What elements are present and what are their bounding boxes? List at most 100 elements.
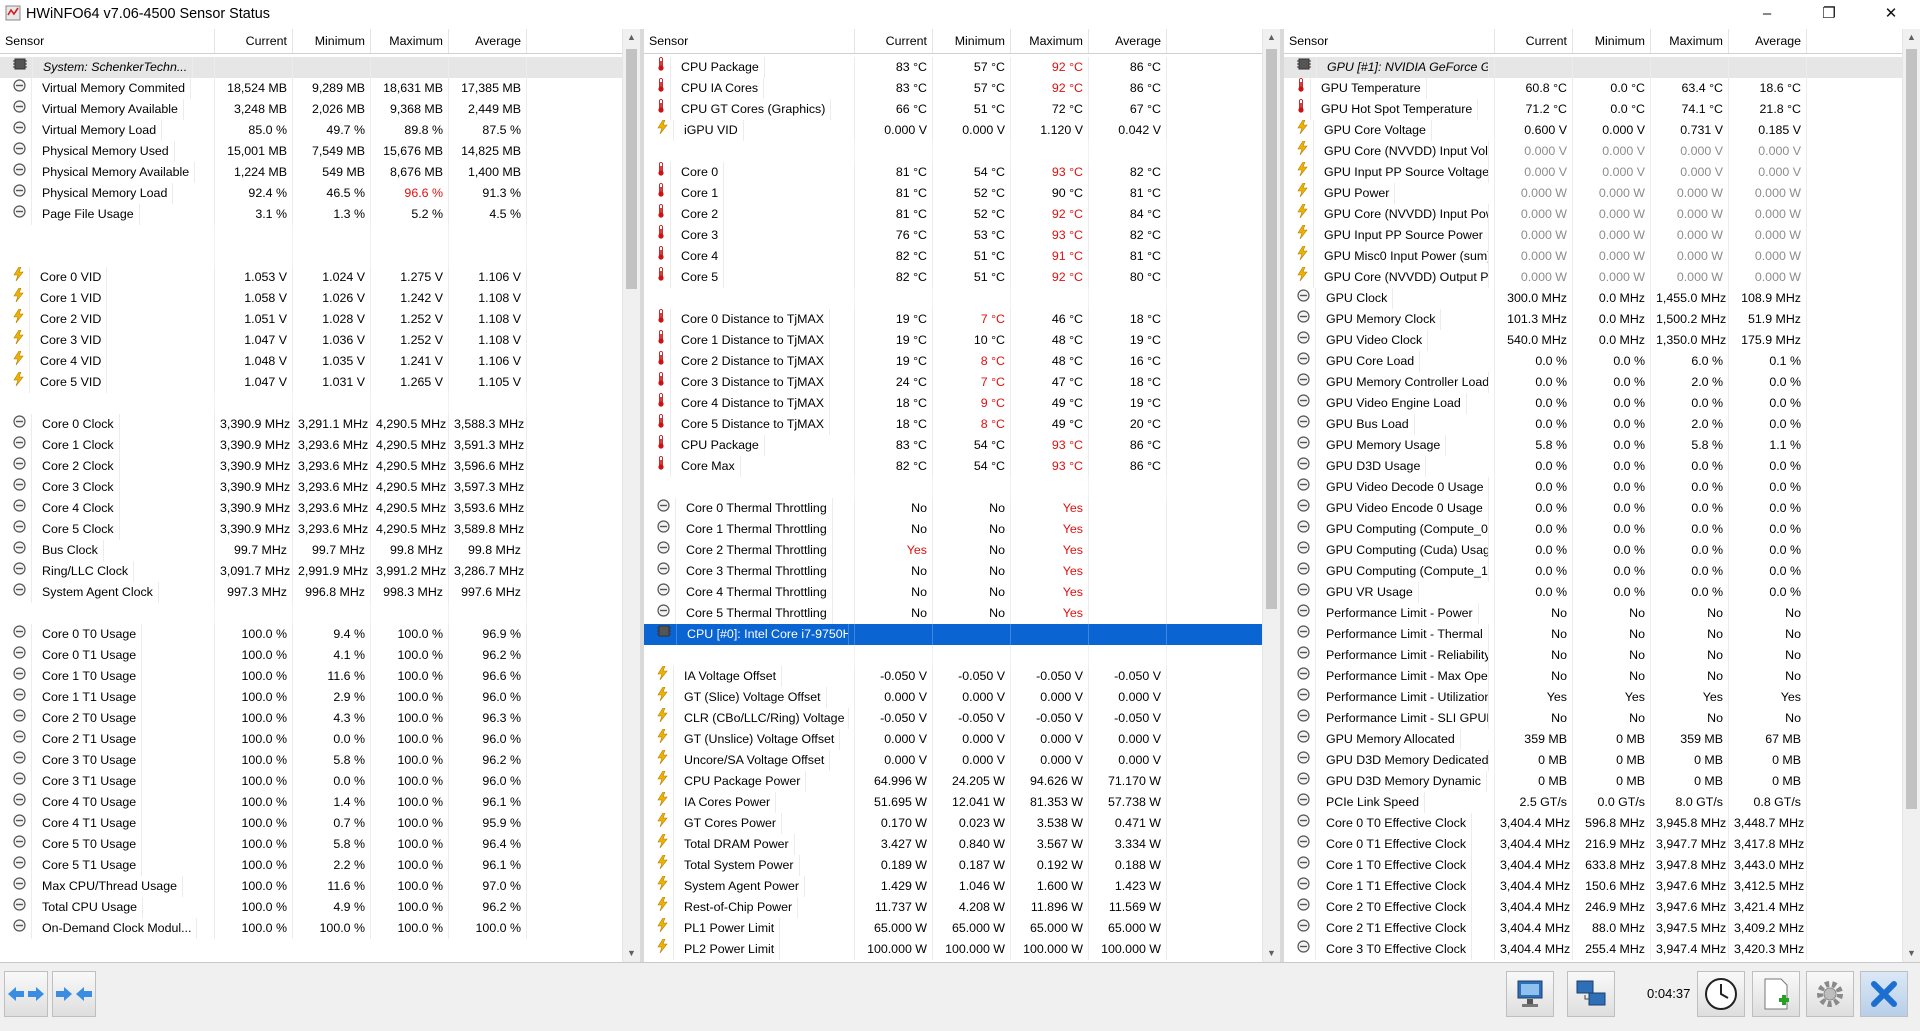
- sensor-group-row[interactable]: System: SchenkerTechn...: [0, 57, 622, 78]
- sensor-row[interactable]: Physical Memory Used 15,001 MB 7,549 MB 15,…: [0, 141, 622, 162]
- sensor-row[interactable]: Rest-of-Chip Power 11.737 W 4.208 W 11.896 …: [644, 897, 1262, 918]
- sensor-row[interactable]: Core 2 Clock 3,390.9 MHz 3,293.6 MHz 4,290.…: [0, 456, 622, 477]
- sensor-row[interactable]: GPU Temperature 60.8 °C 0.0 °C 63.4 °C 18.6 …: [1284, 78, 1902, 99]
- sensor-row[interactable]: Core 3 T0 Usage 100.0 % 5.8 % 100.0 % 96.2 %: [0, 750, 622, 771]
- sensor-row[interactable]: Core 3 VID 1.047 V 1.036 V 1.252 V 1.108 V: [0, 330, 622, 351]
- scroll-down-icon[interactable]: ▼: [623, 945, 640, 962]
- sensor-row[interactable]: GT (Unslice) Voltage Offset 0.000 V 0.000 …: [644, 729, 1262, 750]
- sensor-row[interactable]: Core 2 T0 Effective Clock 3,404.4 MHz 246.…: [1284, 897, 1902, 918]
- sensor-row[interactable]: CPU Package 83 °C 54 °C 93 °C 86 °C: [644, 435, 1262, 456]
- sensor-row[interactable]: Core 2 T1 Usage 100.0 % 0.0 % 100.0 % 96.0 %: [0, 729, 622, 750]
- sensor-row[interactable]: GPU Video Encode 0 Usage 0.0 % 0.0 % 0.0 % 0…: [1284, 498, 1902, 519]
- sensor-row[interactable]: Physical Memory Available 1,224 MB 549 MB 8…: [0, 162, 622, 183]
- sensor-row[interactable]: CPU Package Power 64.996 W 24.205 W 94.626 …: [644, 771, 1262, 792]
- sensor-row[interactable]: Core 5 VID 1.047 V 1.031 V 1.265 V 1.105 V: [0, 372, 622, 393]
- sensor-row[interactable]: GPU Memory Usage 5.8 % 0.0 % 5.8 % 1.1 %: [1284, 435, 1902, 456]
- sensor-row[interactable]: Core 0 T1 Usage 100.0 % 4.1 % 100.0 % 96.2 %: [0, 645, 622, 666]
- column-header-maximum[interactable]: Maximum: [1651, 29, 1729, 53]
- sensor-row[interactable]: On-Demand Clock Modul... 100.0 % 100.0 % 10…: [0, 918, 622, 939]
- column-header-maximum[interactable]: Maximum: [1011, 29, 1089, 53]
- sensor-row[interactable]: Core 3 76 °C 53 °C 93 °C 82 °C: [644, 225, 1262, 246]
- sensor-panel-middle[interactable]: Sensor Current Minimum Maximum Average CPU Pa…: [644, 29, 1280, 962]
- minimize-button[interactable]: –: [1744, 0, 1790, 29]
- sensor-row[interactable]: Physical Memory Load 92.4 % 46.5 % 96.6 % 91…: [0, 183, 622, 204]
- column-header-minimum[interactable]: Minimum: [1573, 29, 1651, 53]
- network-button[interactable]: [1506, 971, 1554, 1017]
- sensor-row[interactable]: Performance Limit - Max Operati...NoNoNo…: [1284, 666, 1902, 687]
- scroll-thumb[interactable]: [626, 49, 637, 289]
- scroll-thumb[interactable]: [1266, 49, 1277, 609]
- vertical-scrollbar[interactable]: ▲ ▼: [1902, 29, 1920, 962]
- sensor-row[interactable]: GPU Input PP Source Voltage 0.000 V 0.000 …: [1284, 162, 1902, 183]
- sensor-row[interactable]: Core 3 Thermal Throttling No No Yes: [644, 561, 1262, 582]
- column-header-minimum[interactable]: Minimum: [933, 29, 1011, 53]
- navigate-next-button[interactable]: [52, 971, 96, 1017]
- sensor-row[interactable]: Core 1 81 °C 52 °C 90 °C 81 °C: [644, 183, 1262, 204]
- sensor-row[interactable]: Core 4 T1 Usage 100.0 % 0.7 % 100.0 % 95.9 %: [0, 813, 622, 834]
- sensor-row[interactable]: GT (Slice) Voltage Offset 0.000 V 0.000 V0…: [644, 687, 1262, 708]
- sensor-group-row[interactable]: CPU [#0]: Intel Core i7-9750H: E...: [644, 624, 1262, 645]
- sensor-panel-left[interactable]: Sensor Current Minimum Maximum Average System…: [0, 29, 640, 962]
- column-header-current[interactable]: Current: [855, 29, 933, 53]
- column-header-current[interactable]: Current: [215, 29, 293, 53]
- sensor-row[interactable]: Ring/LLC Clock 3,091.7 MHz 2,991.9 MHz 3,99…: [0, 561, 622, 582]
- sensor-row[interactable]: Total DRAM Power 3.427 W 0.840 W 3.567 W 3.3…: [644, 834, 1262, 855]
- close-button[interactable]: ✕: [1868, 0, 1914, 29]
- sensor-row[interactable]: GPU Core Load 0.0 % 0.0 % 6.0 % 0.1 %: [1284, 351, 1902, 372]
- sensor-row[interactable]: Core 3 T1 Usage 100.0 % 0.0 % 100.0 % 96.0 %: [0, 771, 622, 792]
- sensor-row[interactable]: Core 4 82 °C 51 °C 91 °C 81 °C: [644, 246, 1262, 267]
- sensor-row[interactable]: Core 5 Distance to TjMAX 18 °C 8 °C 49 °C 20…: [644, 414, 1262, 435]
- column-header-sensor[interactable]: Sensor: [644, 29, 855, 53]
- sensor-row[interactable]: CLR (CBo/LLC/Ring) Voltage Offset -0.050 …: [644, 708, 1262, 729]
- sensor-row[interactable]: IA Cores Power 51.695 W 12.041 W 81.353 W 57…: [644, 792, 1262, 813]
- sensor-row[interactable]: Core 4 VID 1.048 V 1.035 V 1.241 V 1.106 V: [0, 351, 622, 372]
- sensor-row[interactable]: Core 0 VID 1.053 V 1.024 V 1.275 V 1.106 V: [0, 267, 622, 288]
- scroll-up-icon[interactable]: ▲: [1263, 29, 1280, 46]
- scroll-up-icon[interactable]: ▲: [623, 29, 640, 46]
- sensor-row[interactable]: Core 1 Distance to TjMAX 19 °C 10 °C 48 °C 1…: [644, 330, 1262, 351]
- sensor-row[interactable]: iGPU VID 0.000 V 0.000 V 1.120 V 0.042 V: [644, 120, 1262, 141]
- sensor-row[interactable]: Core 0 T0 Effective Clock 3,404.4 MHz 596.…: [1284, 813, 1902, 834]
- sensor-row[interactable]: Core 3 Clock 3,390.9 MHz 3,293.6 MHz 4,290.…: [0, 477, 622, 498]
- sensor-row[interactable]: GPU Core Voltage 0.600 V 0.000 V 0.731 V 0.1…: [1284, 120, 1902, 141]
- sensor-row[interactable]: Virtual Memory Commited 18,524 MB 9,289 MB…: [0, 78, 622, 99]
- sensor-row[interactable]: Core 2 VID 1.051 V 1.028 V 1.252 V 1.108 V: [0, 309, 622, 330]
- sensor-row[interactable]: Core 2 T0 Usage 100.0 % 4.3 % 100.0 % 96.3 %: [0, 708, 622, 729]
- sensor-row[interactable]: Core 4 T0 Usage 100.0 % 1.4 % 100.0 % 96.1 %: [0, 792, 622, 813]
- sensor-row[interactable]: System Agent Clock 997.3 MHz 996.8 MHz 998.…: [0, 582, 622, 603]
- scroll-down-icon[interactable]: ▼: [1263, 945, 1280, 962]
- sensor-row[interactable]: Total System Power 0.189 W 0.187 W 0.192 W0…: [644, 855, 1262, 876]
- sensor-row[interactable]: GPU Video Clock 540.0 MHz 0.0 MHz 1,350.0 M…: [1284, 330, 1902, 351]
- sensor-row[interactable]: GPU D3D Memory Dedicated 0 MB 0 MB 0 MB 0 MB: [1284, 750, 1902, 771]
- sensor-row[interactable]: GPU Misc0 Input Power (sum) 0.000 W 0.000 …: [1284, 246, 1902, 267]
- column-header-average[interactable]: Average: [1729, 29, 1807, 53]
- sensor-row[interactable]: Core 5 Thermal Throttling No No Yes: [644, 603, 1262, 624]
- sensor-row[interactable]: GPU Video Decode 0 Usage 0.0 % 0.0 % 0.0 % 0…: [1284, 477, 1902, 498]
- sensor-row[interactable]: Core 0 Distance to TjMAX 19 °C 7 °C 46 °C 18…: [644, 309, 1262, 330]
- sensor-row[interactable]: GPU Computing (Compute_0) Us...0.0 %0.0 …: [1284, 519, 1902, 540]
- sensor-row[interactable]: Core 5 Clock 3,390.9 MHz 3,293.6 MHz 4,290.…: [0, 519, 622, 540]
- reset-timer-button[interactable]: [1697, 971, 1745, 1017]
- sensor-row[interactable]: Core 1 VID 1.058 V 1.026 V 1.242 V 1.108 V: [0, 288, 622, 309]
- sensor-row[interactable]: CPU IA Cores 83 °C 57 °C 92 °C 86 °C: [644, 78, 1262, 99]
- restore-button[interactable]: ❐: [1806, 0, 1852, 29]
- sensor-row[interactable]: CPU GT Cores (Graphics) 66 °C 51 °C 72 °C 67…: [644, 99, 1262, 120]
- sensor-group-row[interactable]: GPU [#1]: NVIDIA GeForce GTX ...: [1284, 57, 1902, 78]
- sensor-row[interactable]: GPU D3D Memory Dynamic 0 MB 0 MB 0 MB 0 MB: [1284, 771, 1902, 792]
- sensor-row[interactable]: PL1 Power Limit 65.000 W 65.000 W 65.000 W6…: [644, 918, 1262, 939]
- sensor-row[interactable]: GPU Core (NVVDD) Input Power 0.000 W 0.000…: [1284, 204, 1902, 225]
- sensor-row[interactable]: GPU Computing (Cuda) Usage 0.0 % 0.0 % 0.0 …: [1284, 540, 1902, 561]
- sensor-row[interactable]: PCIe Link Speed 2.5 GT/s 0.0 GT/s 8.0 GT/s 0…: [1284, 792, 1902, 813]
- column-header-average[interactable]: Average: [1089, 29, 1167, 53]
- sensor-row[interactable]: Core 5 T1 Usage 100.0 % 2.2 % 100.0 % 96.1 %: [0, 855, 622, 876]
- column-header-current[interactable]: Current: [1495, 29, 1573, 53]
- sensor-row[interactable]: Core 3 T0 Effective Clock 3,404.4 MHz 255.…: [1284, 939, 1902, 960]
- sensor-row[interactable]: Core 1 T0 Effective Clock 3,404.4 MHz 633.…: [1284, 855, 1902, 876]
- scroll-down-icon[interactable]: ▼: [1903, 945, 1920, 962]
- sensor-row[interactable]: GPU Computing (Compute_1) Us...0.0 %0.0 …: [1284, 561, 1902, 582]
- sensor-row[interactable]: GPU Input PP Source Power 0.000 W 0.000 W0…: [1284, 225, 1902, 246]
- column-header-sensor[interactable]: Sensor: [0, 29, 215, 53]
- sensor-row[interactable]: Core 0 T1 Effective Clock 3,404.4 MHz 216.…: [1284, 834, 1902, 855]
- sensor-row[interactable]: Core 1 T1 Effective Clock 3,404.4 MHz 150.…: [1284, 876, 1902, 897]
- vertical-scrollbar[interactable]: ▲ ▼: [1262, 29, 1280, 962]
